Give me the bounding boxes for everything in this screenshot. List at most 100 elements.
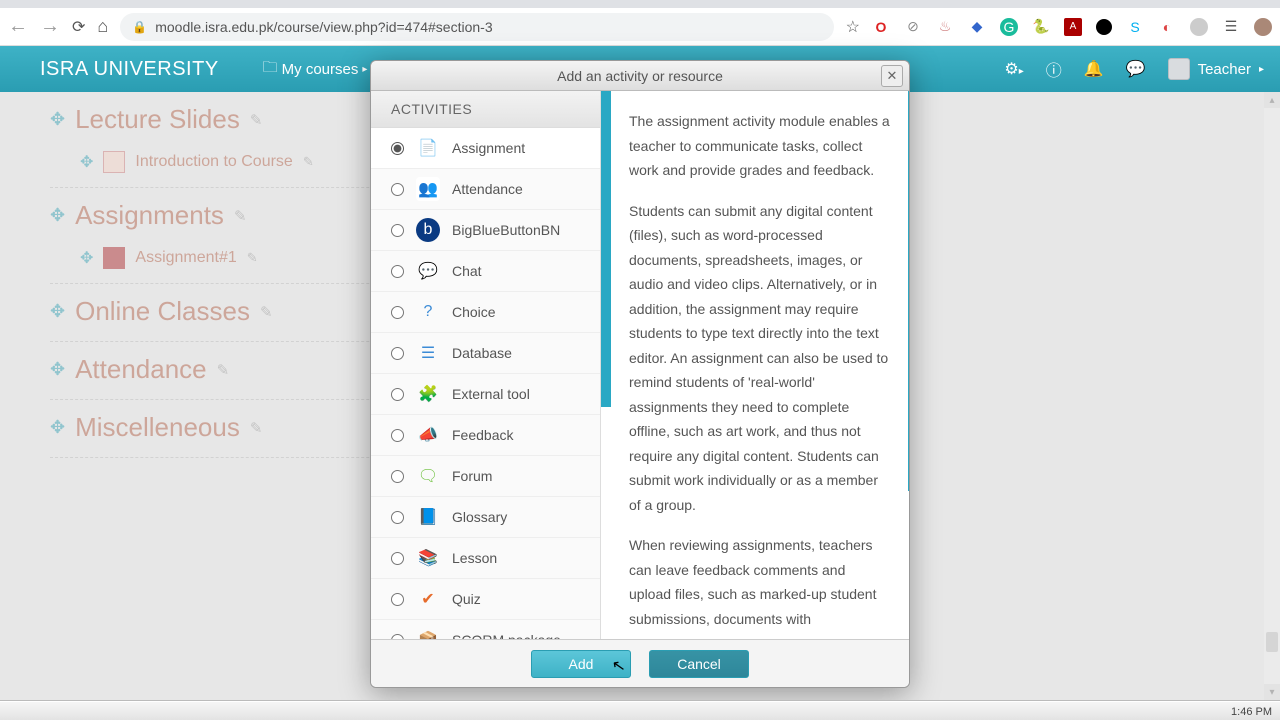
bell-icon[interactable]: 🔔: [1084, 59, 1104, 79]
activity-icon: b: [416, 218, 440, 242]
ext-icon[interactable]: S: [1126, 18, 1144, 36]
activity-radio[interactable]: [391, 306, 404, 319]
cancel-button[interactable]: Cancel: [649, 650, 749, 678]
activity-radio[interactable]: [391, 224, 404, 237]
activity-radio[interactable]: [391, 265, 404, 278]
pencil-icon[interactable]: ✎: [303, 154, 314, 170]
ext-icon[interactable]: A: [1064, 18, 1082, 36]
bookmark-star-icon[interactable]: ☆: [846, 17, 860, 37]
section-title[interactable]: Attendance: [75, 354, 207, 385]
user-menu[interactable]: Teacher ▸: [1168, 58, 1264, 80]
messages-icon[interactable]: 💬: [1126, 59, 1146, 79]
move-icon[interactable]: ✥: [80, 152, 93, 172]
site-brand[interactable]: ISRA UNIVERSITY: [40, 58, 219, 81]
section-title[interactable]: Online Classes: [75, 296, 250, 327]
ext-icon[interactable]: ◐: [1158, 18, 1176, 36]
activity-label: Quiz: [452, 591, 481, 607]
section-title[interactable]: Assignments: [75, 200, 224, 231]
activity-option[interactable]: 📄Assignment: [371, 128, 600, 169]
ext-icon[interactable]: ⊘: [904, 18, 922, 36]
activity-icon: 📦: [416, 628, 440, 639]
activity-option[interactable]: ?Choice: [371, 292, 600, 333]
activity-radio[interactable]: [391, 511, 404, 524]
move-icon[interactable]: ✥: [50, 205, 65, 226]
ext-icon[interactable]: ◆: [968, 18, 986, 36]
item-link[interactable]: Assignment#1: [135, 249, 236, 267]
chevron-right-icon: ▸: [362, 64, 367, 75]
section-title[interactable]: Miscelleneous: [75, 412, 240, 443]
close-button[interactable]: ✕: [881, 65, 903, 87]
activity-icon: 👥: [416, 177, 440, 201]
pencil-icon[interactable]: ✎: [234, 207, 247, 225]
activity-option[interactable]: 👥 Attendance: [371, 169, 600, 210]
file-icon: [103, 247, 125, 269]
activity-option[interactable]: 📚Lesson: [371, 538, 600, 579]
move-icon[interactable]: ✥: [50, 359, 65, 380]
windows-taskbar[interactable]: 1:46 PM: [0, 700, 1280, 720]
home-button[interactable]: ⌂: [97, 16, 108, 37]
activity-icon: ?: [416, 300, 440, 324]
description-scrollbar[interactable]: [908, 91, 909, 639]
activity-option[interactable]: 📦SCORM package: [371, 620, 600, 639]
profile-avatar[interactable]: [1254, 18, 1272, 36]
activity-option[interactable]: ☰Database: [371, 333, 600, 374]
scroll-up-icon[interactable]: ▴: [1264, 92, 1280, 108]
activity-radio[interactable]: [391, 388, 404, 401]
pencil-icon[interactable]: ✎: [250, 419, 263, 437]
lock-icon: 🔒: [132, 20, 147, 34]
activity-option[interactable]: 💬Chat: [371, 251, 600, 292]
pencil-icon[interactable]: ✎: [260, 303, 273, 321]
activity-label: Chat: [452, 263, 482, 279]
pencil-icon[interactable]: ✎: [217, 361, 230, 379]
forward-button[interactable]: →: [40, 15, 60, 38]
activities-scrollbar[interactable]: [601, 91, 611, 639]
activity-label: Attendance: [452, 181, 523, 197]
move-icon[interactable]: ✥: [50, 417, 65, 438]
user-name-label: Teacher: [1198, 61, 1251, 78]
activity-option[interactable]: 📣 Feedback: [371, 415, 600, 456]
activity-radio[interactable]: [391, 470, 404, 483]
activity-radio[interactable]: [391, 429, 404, 442]
gear-icon[interactable]: ⚙▸: [1004, 59, 1023, 79]
reload-button[interactable]: ⟳: [72, 17, 85, 37]
pencil-icon[interactable]: ✎: [250, 111, 263, 129]
pencil-icon[interactable]: ✎: [247, 250, 258, 266]
activity-option[interactable]: bBigBlueButtonBN: [371, 210, 600, 251]
ext-icon[interactable]: O: [872, 18, 890, 36]
reading-list-icon[interactable]: ☰: [1222, 18, 1240, 36]
activity-icon: 📚: [416, 546, 440, 570]
activity-radio[interactable]: [391, 142, 404, 155]
activity-option[interactable]: ✔Quiz: [371, 579, 600, 620]
activity-option[interactable]: 🗨Forum: [371, 456, 600, 497]
activity-label: Database: [452, 345, 512, 361]
back-button[interactable]: ←: [8, 15, 28, 38]
activity-radio[interactable]: [391, 183, 404, 196]
section-title[interactable]: Lecture Slides: [75, 104, 240, 135]
activity-radio[interactable]: [391, 593, 404, 606]
scroll-thumb[interactable]: [908, 91, 909, 491]
activity-radio[interactable]: [391, 552, 404, 565]
activity-option[interactable]: 📘Glossary: [371, 497, 600, 538]
activity-label: Assignment: [452, 140, 525, 156]
ext-icon[interactable]: 🐍: [1032, 18, 1050, 36]
scroll-thumb[interactable]: [601, 91, 611, 407]
my-courses-menu[interactable]: 🗀 My courses ▸: [263, 57, 368, 82]
ext-icon[interactable]: G: [1000, 18, 1018, 36]
move-icon[interactable]: ✥: [50, 301, 65, 322]
activity-radio[interactable]: [391, 347, 404, 360]
help-icon[interactable]: ⓘ: [1046, 57, 1062, 81]
ext-icon[interactable]: ♨: [936, 18, 954, 36]
item-link[interactable]: Introduction to Course: [135, 153, 292, 171]
activity-option[interactable]: 🧩External tool: [371, 374, 600, 415]
move-icon[interactable]: ✥: [80, 248, 93, 268]
activity-icon: 📣: [416, 423, 440, 447]
ext-icon[interactable]: [1096, 19, 1112, 35]
address-bar[interactable]: 🔒 moodle.isra.edu.pk/course/view.php?id=…: [120, 13, 833, 41]
extensions-tray: O ⊘ ♨ ◆ G 🐍 A S ◐ ☰: [872, 18, 1272, 36]
page-scrollbar[interactable]: ▴ ▾: [1264, 92, 1280, 700]
move-icon[interactable]: ✥: [50, 109, 65, 130]
activity-label: Feedback: [452, 427, 513, 443]
scroll-down-icon[interactable]: ▾: [1264, 684, 1280, 700]
activity-label: External tool: [452, 386, 530, 402]
scroll-thumb[interactable]: [1266, 632, 1278, 652]
